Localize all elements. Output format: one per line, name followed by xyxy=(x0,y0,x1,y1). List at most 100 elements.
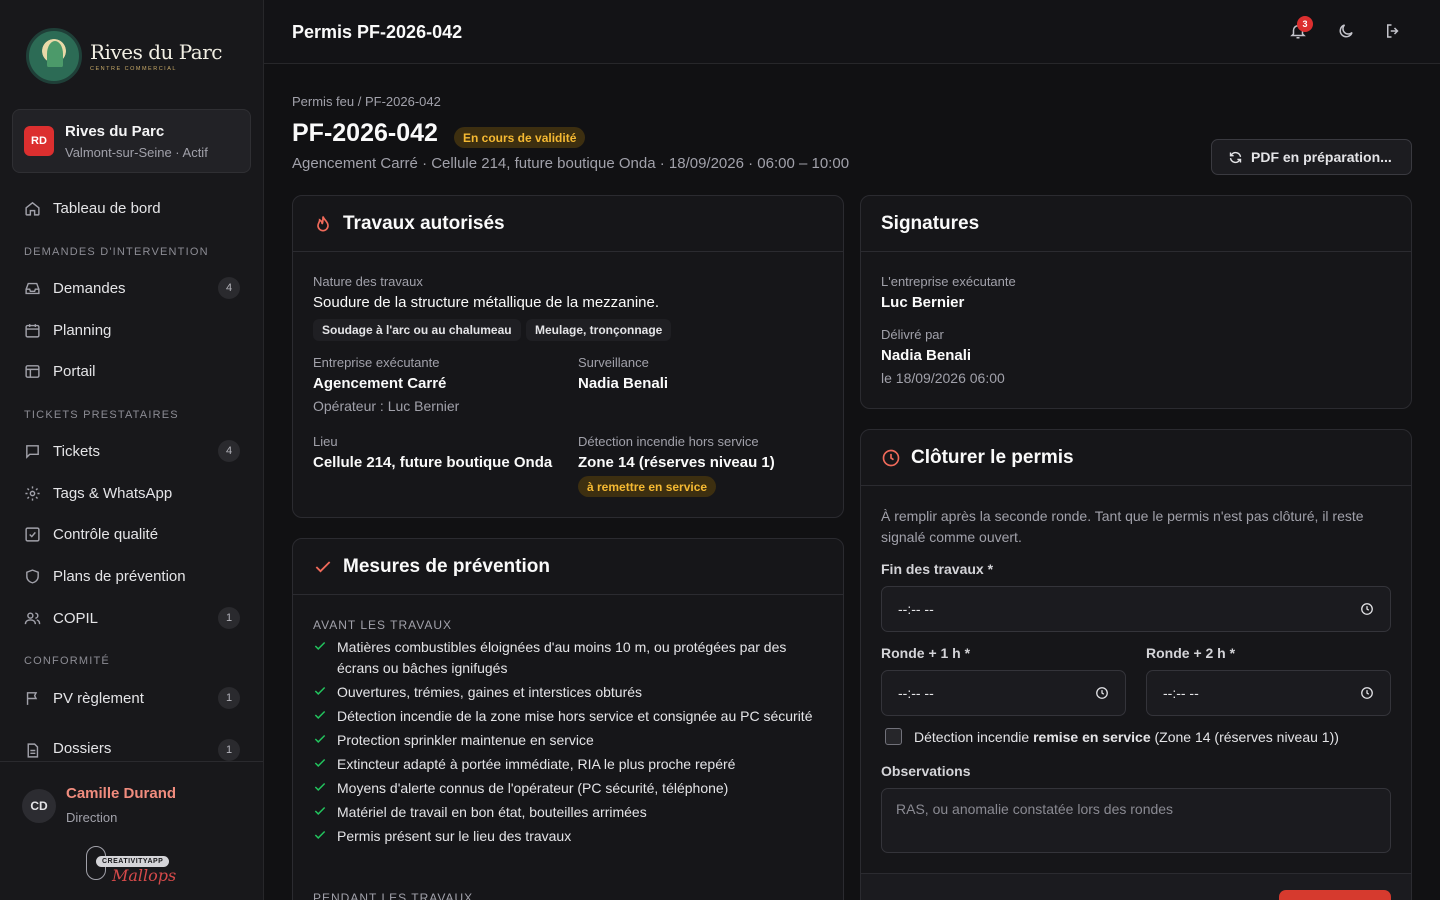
home-icon xyxy=(24,200,41,217)
user-profile[interactable]: CD Camille Durand Direction CREATIVITYAP… xyxy=(0,761,263,900)
time-placeholder: --:-- -- xyxy=(1163,685,1199,701)
time-placeholder: --:-- -- xyxy=(898,685,934,701)
shield-icon xyxy=(24,568,41,585)
observations-label: Observations xyxy=(881,763,971,779)
cloture-card: Clôturer le permis À remplir après la se… xyxy=(860,429,1412,900)
card-title: Clôturer le permis xyxy=(911,446,1074,468)
ronde2-label: Ronde + 2 h * xyxy=(1146,645,1236,661)
detection-value: Zone 14 (réserves niveau 1) xyxy=(578,454,775,471)
notification-count: 3 xyxy=(1297,16,1313,32)
list-item: Moyens d'alerte connus de l'opérateur (P… xyxy=(313,778,813,799)
checkbox-icon xyxy=(24,526,41,543)
observations-textarea[interactable]: RAS, ou anomalie constatée lors des rond… xyxy=(881,788,1391,853)
logo-emblem xyxy=(26,28,82,84)
page-title: PF-2026-042 xyxy=(292,119,438,147)
pdf-button-label: PDF en préparation... xyxy=(1251,149,1392,165)
sidebar-item-label: Demandes xyxy=(53,279,126,297)
nav-section-tickets: TICKETS PRESTATAIRES xyxy=(24,409,179,421)
message-icon xyxy=(24,443,41,460)
sidebar-item-label: Planning xyxy=(53,321,112,339)
clock-icon[interactable] xyxy=(1095,686,1109,700)
top-bar: Permis PF-2026-042 3 xyxy=(264,0,1440,64)
moon-icon[interactable] xyxy=(1337,22,1355,40)
sidebar-item-qualite[interactable]: Contrôle qualité xyxy=(24,522,240,546)
sidebar-item-label: Plans de prévention xyxy=(53,567,186,585)
fin-time-input[interactable]: --:-- -- xyxy=(881,586,1391,632)
sidebar-item-tickets[interactable]: Tickets 4 xyxy=(24,439,240,463)
lieu-value: Cellule 214, future boutique Onda xyxy=(313,454,553,471)
sidebar-item-pv[interactable]: PV règlement 1 xyxy=(24,686,240,710)
sidebar-item-dashboard[interactable]: Tableau de bord xyxy=(24,196,240,220)
nature-label: Nature des travaux xyxy=(313,274,423,289)
credit-signature: Mallops xyxy=(112,866,177,885)
card-title: Travaux autorisés xyxy=(343,212,505,234)
flame-icon xyxy=(313,214,333,234)
sidebar-item-planning[interactable]: Planning xyxy=(24,318,240,342)
count-badge: 1 xyxy=(218,739,240,761)
creativityapp-logo: CREATIVITYAPP Mallops xyxy=(86,846,178,886)
site-name: Rives du Parc xyxy=(65,122,165,140)
list-item: Matières combustibles éloignées d'au moi… xyxy=(313,637,813,679)
check-icon xyxy=(313,557,333,577)
ronde1-time-input[interactable]: --:-- -- xyxy=(881,670,1126,716)
page-subtitle: Agencement Carré · Cellule 214, future b… xyxy=(292,155,850,172)
users-icon xyxy=(24,610,41,627)
detection-checkbox[interactable] xyxy=(885,728,902,745)
breadcrumb[interactable]: Permis feu / PF-2026-042 xyxy=(292,94,441,109)
clock-icon[interactable] xyxy=(1360,686,1374,700)
sidebar-item-copil[interactable]: COPIL 1 xyxy=(24,606,240,630)
sidebar-item-prevention[interactable]: Plans de prévention xyxy=(24,564,240,588)
time-placeholder: --:-- -- xyxy=(898,601,934,617)
ronde2-time-input[interactable]: --:-- -- xyxy=(1146,670,1391,716)
avatar: CD xyxy=(22,789,56,823)
inbox-icon xyxy=(24,280,41,297)
surveillance-value: Nadia Benali xyxy=(578,375,669,392)
entreprise-label: Entreprise exécutante xyxy=(313,355,440,370)
detection-checkbox-label: Détection incendie remise en service (Zo… xyxy=(914,728,1339,745)
pdf-button[interactable]: PDF en préparation... xyxy=(1211,139,1412,175)
nav-section-interventions: DEMANDES D'INTERVENTION xyxy=(24,246,209,258)
detection-checkbox-row[interactable]: Détection incendie remise en service (Zo… xyxy=(885,728,1339,745)
pendant-caption: PENDANT LES TRAVAUX xyxy=(313,891,474,900)
file-icon xyxy=(24,742,41,759)
card-title: Signatures xyxy=(881,212,980,234)
brand-logo[interactable]: Rives du Parc CENTRE COMMERCIAL xyxy=(26,28,223,84)
detection-label: Détection incendie hors service xyxy=(578,434,759,449)
check-icon xyxy=(313,756,327,770)
list-item: Ouvertures, trémies, gaines et interstic… xyxy=(313,682,813,703)
brand-tagline: CENTRE COMMERCIAL xyxy=(90,66,177,72)
surveillance-label: Surveillance xyxy=(578,355,649,370)
check-icon xyxy=(313,639,327,653)
nav-section-conformite: CONFORMITÉ xyxy=(24,655,110,667)
top-bar-title: Permis PF-2026-042 xyxy=(292,22,463,42)
sidebar-item-label: Dossiers d'aménagement xyxy=(53,740,112,757)
check-icon xyxy=(313,828,327,842)
list-item: Protection sprinkler maintenue en servic… xyxy=(313,730,813,751)
check-icon xyxy=(313,684,327,698)
card-title: Mesures de prévention xyxy=(343,555,550,577)
cloture-footer xyxy=(861,873,1411,900)
site-initials: RD xyxy=(24,126,54,156)
sidebar-item-dossiers[interactable]: Dossiers d'aménagement 1 xyxy=(24,738,240,761)
clock-icon[interactable] xyxy=(1360,602,1374,616)
sidebar-item-label: PV règlement xyxy=(53,689,144,707)
chip-soudage: Soudage à l'arc ou au chalumeau xyxy=(313,319,521,341)
list-item: Matériel de travail en bon état, bouteil… xyxy=(313,802,813,823)
sidebar-item-demandes[interactable]: Demandes 4 xyxy=(24,276,240,300)
logout-icon[interactable] xyxy=(1384,22,1402,40)
submit-button[interactable] xyxy=(1279,890,1391,900)
signatures-card: Signatures L'entreprise exécutante Luc B… xyxy=(860,195,1412,409)
site-switcher[interactable]: RD Rives du Parc Valmont-sur-Seine · Act… xyxy=(12,109,251,173)
signature-entreprise-label: L'entreprise exécutante xyxy=(881,274,1016,289)
check-icon xyxy=(313,708,327,722)
sidebar-item-portail[interactable]: Portail xyxy=(24,359,240,383)
sidebar-item-label: Contrôle qualité xyxy=(53,525,159,543)
operateur-value: Opérateur : Luc Bernier xyxy=(313,398,460,414)
user-name: Camille Durand xyxy=(66,785,177,802)
entreprise-value: Agencement Carré xyxy=(313,375,447,392)
nature-value: Soudure de la structure métallique de la… xyxy=(313,294,660,311)
avant-list: Matières combustibles éloignées d'au moi… xyxy=(313,637,813,850)
sidebar-item-tags[interactable]: Tags & WhatsApp xyxy=(24,481,240,505)
list-item: Extincteur adapté à portée immédiate, RI… xyxy=(313,754,813,775)
sidebar-nav: Tableau de bord DEMANDES D'INTERVENTION … xyxy=(0,186,263,761)
